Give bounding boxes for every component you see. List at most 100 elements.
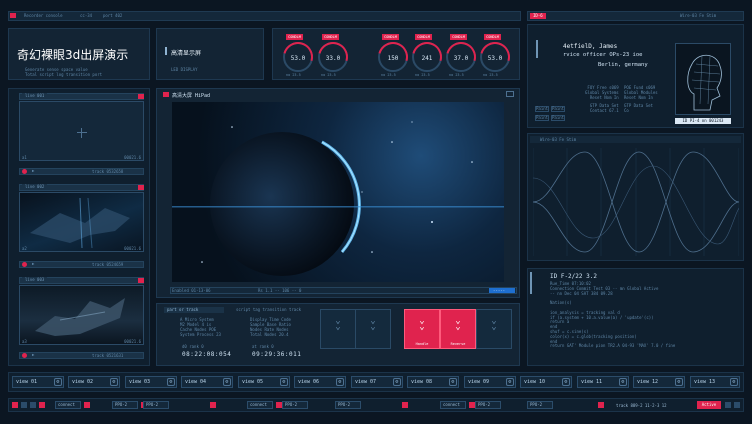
footer-status[interactable]: Active (697, 401, 721, 409)
view-button-11[interactable]: view 11 ⚙ (577, 376, 629, 388)
view-02-label: view 02 (72, 379, 94, 385)
chevron-button-1[interactable]: ⌄ ⌄ (320, 309, 356, 349)
paint-button-1[interactable]: Paint (535, 106, 549, 112)
view-06-label: view 06 (298, 379, 320, 385)
footer-marker (210, 402, 216, 408)
track-panel-title: script tag transition track (236, 307, 302, 312)
gauge-1: 53.0 (277, 36, 319, 78)
footer-ppo-5[interactable]: PPO-2 (475, 401, 501, 409)
view-button-13[interactable]: view 13 ⚙ (690, 376, 740, 388)
right-top-tag: ID-6 (530, 13, 546, 19)
top-bar-marker (10, 13, 16, 18)
view-button-01[interactable]: view 01 ⚙ (12, 376, 64, 388)
paint-button-4[interactable]: Paint (551, 115, 565, 121)
app-title: 奇幻裸眼3d出屏演示 (17, 48, 129, 62)
profile-detail: Reset Nom In (624, 95, 653, 100)
play-icon[interactable]: ▶ (32, 352, 34, 357)
profile-city: Berlin, germany (598, 62, 648, 68)
record-icon[interactable] (22, 353, 27, 358)
main-view-status-button-label: ----- (493, 288, 506, 293)
settings-icon: ⚙ (223, 378, 231, 386)
view-button-05[interactable]: view 05 ⚙ (238, 376, 290, 388)
view-10-label: view 10 (524, 379, 546, 385)
footer-marker (402, 402, 408, 408)
chevron-button-reverse[interactable]: ⌄ ⌄ Reverse (440, 309, 476, 349)
footer-ppo-6[interactable]: PPO-2 (527, 401, 553, 409)
main-view-toolbar-icon[interactable] (506, 91, 514, 97)
gauge-5: 37.0 (440, 36, 482, 78)
paint-button-2[interactable]: Paint (551, 106, 565, 112)
footer-marker (12, 402, 18, 408)
code-indicator (530, 272, 532, 294)
thumb-2-marker (138, 185, 144, 190)
thumb-1-preview[interactable]: a1 00021.6 (19, 101, 144, 161)
footer-ppo-4[interactable]: PPO-2 (335, 401, 361, 409)
footer-ppo-1[interactable]: PPO-2 (112, 401, 138, 409)
gauge-2-value: 33.0 (325, 55, 341, 62)
thumb-2-preview[interactable]: a2 00021.6 (19, 192, 144, 252)
footer-ppo-3[interactable]: PPO-2 (282, 401, 308, 409)
footer-marker (30, 402, 36, 408)
profile-details-right: POE Fund s069 Global Modules Reset Nom I… (624, 85, 658, 113)
dragon-image (30, 197, 130, 249)
record-icon[interactable] (22, 262, 27, 267)
record-icon[interactable] (22, 169, 27, 174)
settings-icon: ⚙ (675, 378, 683, 386)
gauge-5-tag[interactable]: CONDLM (450, 34, 467, 40)
view-button-12[interactable]: view 12 ⚙ (633, 376, 685, 388)
gauge-3-tag[interactable]: CONDLM (382, 34, 399, 40)
profile-caption: ID PI-4 on 001243 (675, 118, 731, 124)
gauge-4-tag[interactable]: CONDLM (415, 34, 432, 40)
gauge-2-tag[interactable]: CONDLM (322, 34, 339, 40)
chevron-button-5[interactable]: ⌄ ⌄ (476, 309, 512, 349)
gauge-6-sub: no 23.5 (483, 73, 498, 77)
thumb-1-track: track 0532658 (92, 169, 124, 174)
chevron-button-handle[interactable]: ⌄ ⌄ Handle (404, 309, 440, 349)
view-button-08[interactable]: view 08 ⚙ (407, 376, 459, 388)
thumb-3-note1: a3 (22, 339, 27, 344)
chevron-button-2[interactable]: ⌄ ⌄ (355, 309, 391, 349)
footer-connect-3[interactable]: connect (440, 401, 466, 409)
paint-button-3[interactable]: Paint (535, 115, 549, 121)
profile-detail: GTP Data Set (624, 103, 653, 108)
footer-connect-2[interactable]: connect (247, 401, 273, 409)
display-panel: 高清显示屏 LED DISPLAY (156, 28, 264, 80)
gauge-6-tag[interactable]: CONDLM (484, 34, 501, 40)
view-button-09[interactable]: view 09 ⚙ (464, 376, 516, 388)
view-button-06[interactable]: view 06 ⚙ (294, 376, 346, 388)
earth-image (172, 121, 504, 276)
view-button-07[interactable]: view 07 ⚙ (351, 376, 403, 388)
track-col-2-line: Total Nodes 20.4 (250, 332, 289, 337)
wave-title: Wire-03 Fe Stim (540, 137, 577, 142)
thumb-3-controls (19, 352, 144, 359)
settings-icon: ⚙ (167, 378, 175, 386)
footer-connect-1[interactable]: connect (55, 401, 81, 409)
main-video[interactable] (172, 102, 504, 282)
thumb-3-track: track 0521631 (92, 353, 124, 358)
view-03-label: view 03 (129, 379, 151, 385)
profile-details-left: FOY Free s069 Global Systems Reset Nom I… (585, 85, 619, 113)
chevron-3-label: Handle (415, 342, 429, 346)
play-icon[interactable]: ▶ (32, 261, 34, 266)
display-indicator (165, 47, 167, 55)
time-2: 09:29:36:011 (252, 351, 302, 358)
footer-ppo-2[interactable]: PPO-2 (143, 401, 169, 409)
top-bar-sub2: port 402 (103, 13, 123, 18)
view-07-label: view 07 (355, 379, 377, 385)
view-button-04[interactable]: view 04 ⚙ (181, 376, 233, 388)
track-panel-tag: part or track (164, 307, 224, 313)
footer-marker (725, 402, 731, 408)
view-button-03[interactable]: view 03 ⚙ (125, 376, 177, 388)
gauge-2: 33.0 (312, 36, 354, 78)
play-icon[interactable]: ▶ (32, 168, 34, 173)
thumb-3-preview[interactable]: a3 00021.6 (19, 285, 144, 345)
track-col-2: Display Time Code Sample Base Ratio Node… (250, 317, 291, 337)
main-view-status-button[interactable]: ----- (489, 288, 515, 293)
main-view-statusbar (170, 287, 517, 294)
view-button-10[interactable]: view 10 ⚙ (520, 376, 572, 388)
view-button-02[interactable]: view 02 ⚙ (68, 376, 120, 388)
gauge-3: 150 (372, 36, 414, 78)
thumb-2-note2: 00021.6 (124, 246, 141, 251)
main-view-title: 高清大屏 HiPad (172, 93, 211, 99)
gauge-1-tag[interactable]: CONDLM (286, 34, 303, 40)
